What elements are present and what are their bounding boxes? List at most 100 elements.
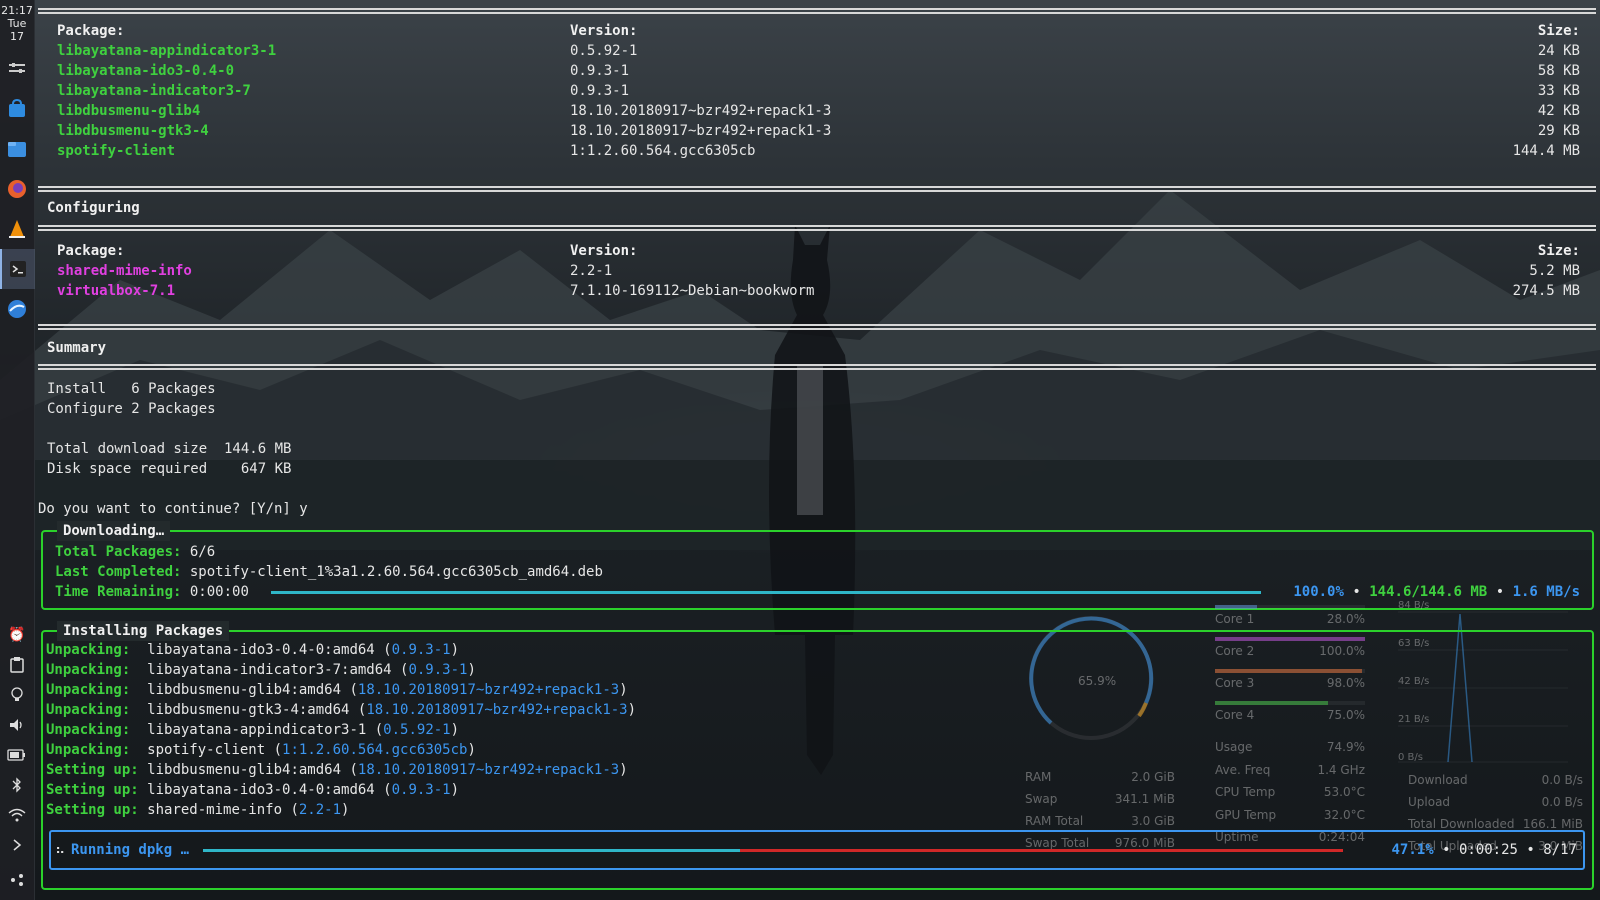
- dpkg-progress-track: [203, 849, 1343, 852]
- running-dpkg-label: Running dpkg …: [71, 842, 190, 858]
- install-header-size: Size:: [1537, 23, 1580, 39]
- package-name: spotify-client: [57, 143, 176, 159]
- core-bar-track: [1215, 605, 1365, 609]
- download-speed: 1.6 MB/s: [1512, 584, 1580, 600]
- log-package: libayatana-indicator3-7:amd64: [147, 662, 392, 678]
- last-completed-value: spotify-client_1%3a1.2.60.564.gcc6305cb_…: [189, 564, 603, 580]
- package-name: libdbusmenu-glib4: [57, 103, 201, 119]
- log-version: 1:1.2.60.564.gcc6305cb: [282, 742, 468, 758]
- battery-icon[interactable]: [0, 740, 35, 770]
- installing-panel: Installing Packages Unpacking: libayatan…: [41, 621, 1594, 890]
- dpkg-progress-fill: [203, 849, 740, 852]
- log-row: Unpacking: libayatana-ido3-0.4-0:amd64 (…: [46, 642, 460, 658]
- log-package: spotify-client: [147, 742, 266, 758]
- log-version: 18.10.20180917~bzr492+repack1-3: [357, 682, 620, 698]
- bulb-icon[interactable]: [0, 680, 35, 710]
- terminal-icon[interactable]: [0, 249, 35, 289]
- package-size: 33 KB: [1537, 83, 1580, 99]
- downloading-panel: Downloading… Total Packages: 6/6 Last Co…: [41, 521, 1594, 610]
- package-size: 58 KB: [1537, 63, 1580, 79]
- last-completed-row: Last Completed: spotify-client_1%3a1.2.6…: [55, 562, 603, 582]
- file-manager-icon[interactable]: [0, 129, 35, 169]
- download-stats: 100.0% • 144.6/144.6 MB • 1.6 MB/s: [1293, 582, 1580, 602]
- core-value: 28.0%: [1326, 612, 1365, 626]
- log-version: 18.10.20180917~bzr492+repack1-3: [366, 702, 628, 718]
- dpkg-count: 8/17: [1543, 842, 1577, 858]
- time-remaining-value: 0:00:00: [189, 584, 249, 600]
- package-version: 2.2-1: [570, 263, 613, 279]
- alarm-icon[interactable]: ⏰: [0, 620, 35, 650]
- core-bar-fill: [1215, 605, 1257, 609]
- download-percent: 100.0%: [1293, 584, 1344, 600]
- install-header-package: Package:: [57, 23, 125, 39]
- bluetooth-icon[interactable]: [0, 770, 35, 800]
- download-progress-fill: [271, 591, 1261, 594]
- configuring-title: Configuring: [47, 200, 140, 216]
- log-action: Unpacking:: [46, 722, 131, 738]
- log-package: shared-mime-info: [147, 802, 283, 818]
- dpkg-progress-box: ⠦ Running dpkg … 47.1% • 0:00:25 • 8/17: [49, 830, 1585, 870]
- summary-disk-space: Disk space required 647 KB: [47, 461, 292, 477]
- dpkg-stats-sep2: •: [1526, 842, 1535, 858]
- log-action: Setting up:: [46, 802, 139, 818]
- terminal-window[interactable]: Package: Version: Size: libayatana-appin…: [38, 0, 1600, 900]
- dpkg-elapsed: 0:00:25: [1458, 842, 1518, 858]
- volume-icon[interactable]: [0, 710, 35, 740]
- package-size: 274.5 MB: [1512, 283, 1580, 299]
- log-row: Unpacking: libdbusmenu-gtk3-4:amd64 (18.…: [46, 702, 637, 718]
- chevron-right-icon[interactable]: [0, 830, 35, 860]
- log-version: 0.5.92-1: [383, 722, 451, 738]
- download-progress-track: [271, 591, 1261, 594]
- package-size: 5.2 MB: [1529, 263, 1580, 279]
- clock[interactable]: 21:17 Tue 17: [1, 4, 33, 43]
- clock-day: Tue: [7, 17, 27, 30]
- time-remaining-row: Time Remaining: 0:00:00: [55, 582, 249, 602]
- config-header-package: Package:: [57, 243, 125, 259]
- store-icon[interactable]: [0, 89, 35, 129]
- total-packages-label: Total Packages:: [55, 544, 182, 560]
- log-action: Setting up:: [46, 782, 139, 798]
- package-name: libayatana-ido3-0.4-0: [57, 63, 235, 79]
- package-name: libdbusmenu-gtk3-4: [57, 123, 209, 139]
- log-action: Unpacking:: [46, 662, 131, 678]
- panel-settings-icon[interactable]: [0, 49, 35, 89]
- clipboard-icon[interactable]: [0, 650, 35, 680]
- separator: [38, 225, 1596, 231]
- log-row: Setting up: libayatana-ido3-0.4-0:amd64 …: [46, 782, 460, 798]
- package-name: libayatana-indicator3-7: [57, 83, 251, 99]
- log-version: 0.9.3-1: [391, 782, 451, 798]
- log-row: Unpacking: libdbusmenu-glib4:amd64 (18.1…: [46, 682, 628, 698]
- downloading-title: Downloading…: [57, 521, 171, 541]
- summary-configure: Configure 2 Packages: [47, 401, 216, 417]
- package-name: libayatana-appindicator3-1: [57, 43, 277, 59]
- summary-title: Summary: [47, 340, 107, 356]
- package-size: 42 KB: [1537, 103, 1580, 119]
- package-version: 0.9.3-1: [570, 83, 630, 99]
- net-axis-label: 84 B/s: [1398, 600, 1430, 611]
- vlc-icon[interactable]: [0, 209, 35, 249]
- package-version: 18.10.20180917~bzr492+repack1-3: [570, 103, 832, 119]
- download-size: 144.6/144.6 MB: [1369, 584, 1488, 600]
- package-name: virtualbox-7.1: [57, 283, 176, 299]
- summary-download-size: Total download size 144.6 MB: [47, 441, 292, 457]
- log-version: 0.9.3-1: [408, 662, 468, 678]
- separator: [38, 324, 1596, 330]
- log-row: Unpacking: libayatana-indicator3-7:amd64…: [46, 662, 476, 678]
- config-header-version: Version:: [570, 243, 638, 259]
- package-size: 24 KB: [1537, 43, 1580, 59]
- total-packages-row: Total Packages: 6/6: [55, 542, 215, 562]
- dpkg-stats-sep1: •: [1442, 842, 1451, 858]
- firefox-icon[interactable]: [0, 169, 35, 209]
- summary-install: Install 6 Packages: [47, 381, 216, 397]
- log-action: Unpacking:: [46, 682, 131, 698]
- wifi-icon[interactable]: [0, 800, 35, 830]
- launcher-icon[interactable]: [0, 860, 35, 900]
- browser-icon[interactable]: [0, 289, 35, 329]
- continue-prompt: Do you want to continue? [Y/n] y: [38, 501, 308, 517]
- dpkg-stats: 47.1% • 0:00:25 • 8/17: [1391, 840, 1577, 860]
- log-action: Unpacking:: [46, 702, 131, 718]
- log-package: libdbusmenu-gtk3-4:amd64: [147, 702, 350, 718]
- time-remaining-label: Time Remaining:: [55, 584, 182, 600]
- log-version: 2.2-1: [298, 802, 342, 818]
- log-package: libayatana-ido3-0.4-0:amd64: [147, 782, 375, 798]
